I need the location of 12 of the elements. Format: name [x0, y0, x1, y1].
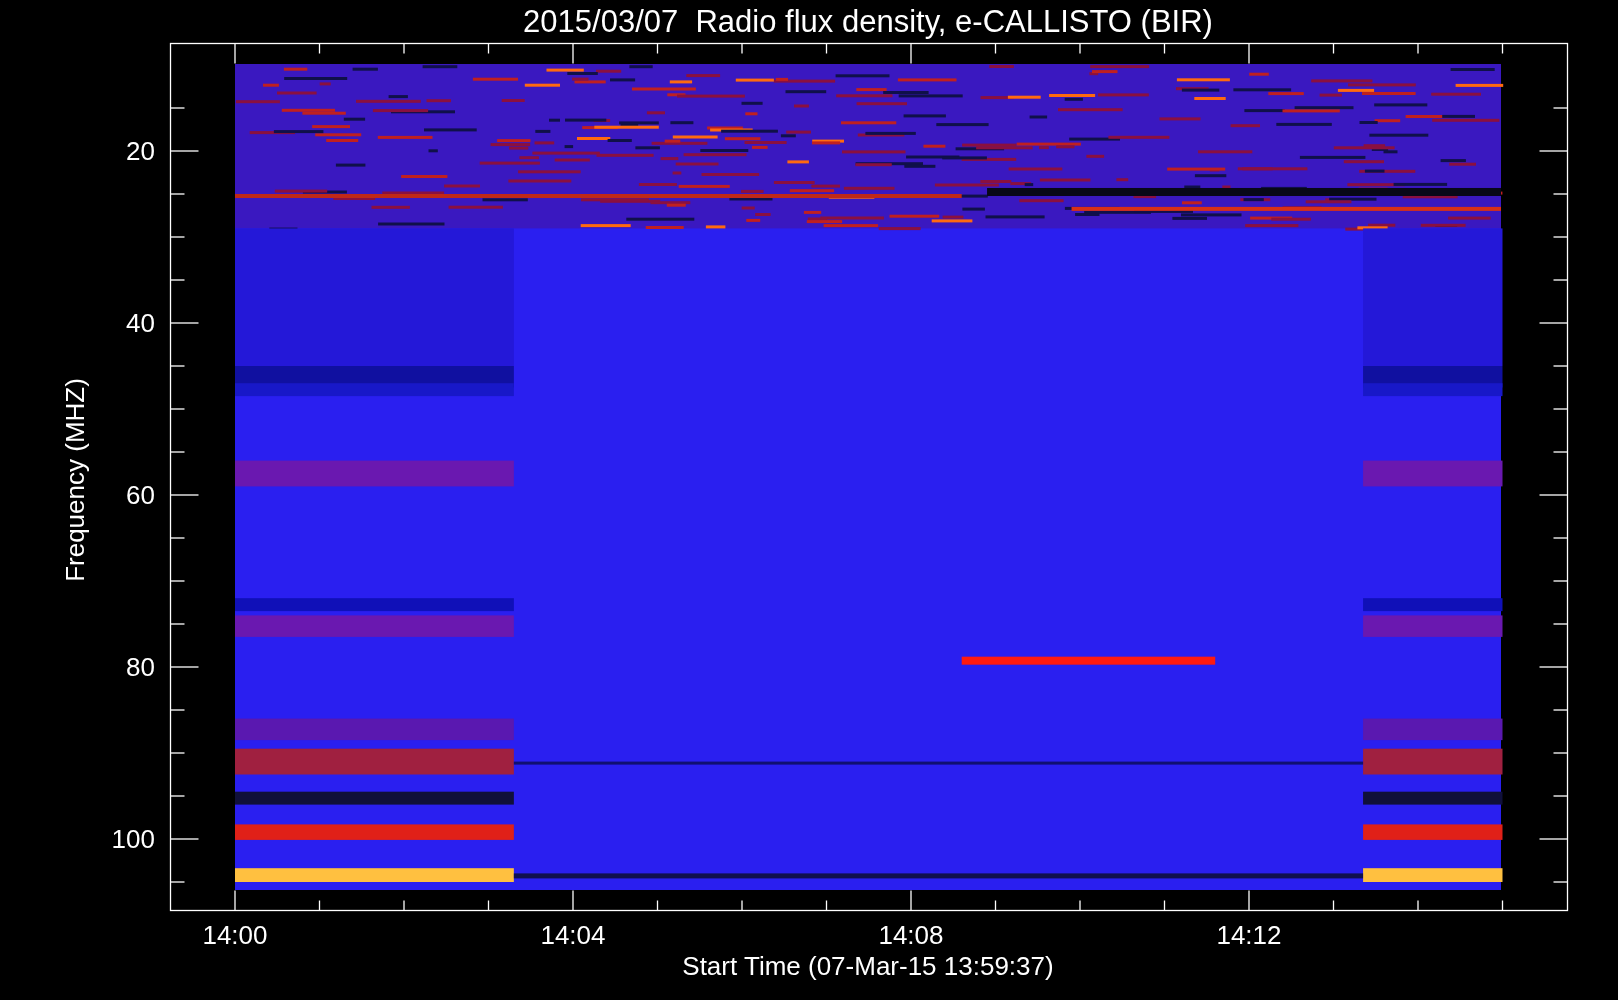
x-tick-label: 14:12 [1216, 920, 1282, 950]
x-tick-label: 14:04 [540, 920, 606, 950]
y-tick-label: 100 [111, 824, 155, 854]
y-tick-label: 60 [126, 480, 155, 510]
x-axis-label: Start Time (07-Mar-15 13:59:37) [682, 951, 1054, 981]
y-tick-label: 80 [126, 652, 155, 682]
x-tick-label: 14:08 [878, 920, 944, 950]
y-tick-label: 20 [126, 136, 155, 166]
chart-title: 2015/03/07 Radio flux density, e-CALLISTO (BIR) [523, 4, 1213, 39]
x-tick-label: 14:00 [202, 920, 268, 950]
y-axis-label: Frequency (MHZ) [60, 378, 90, 582]
y-tick-label: 40 [126, 308, 155, 338]
